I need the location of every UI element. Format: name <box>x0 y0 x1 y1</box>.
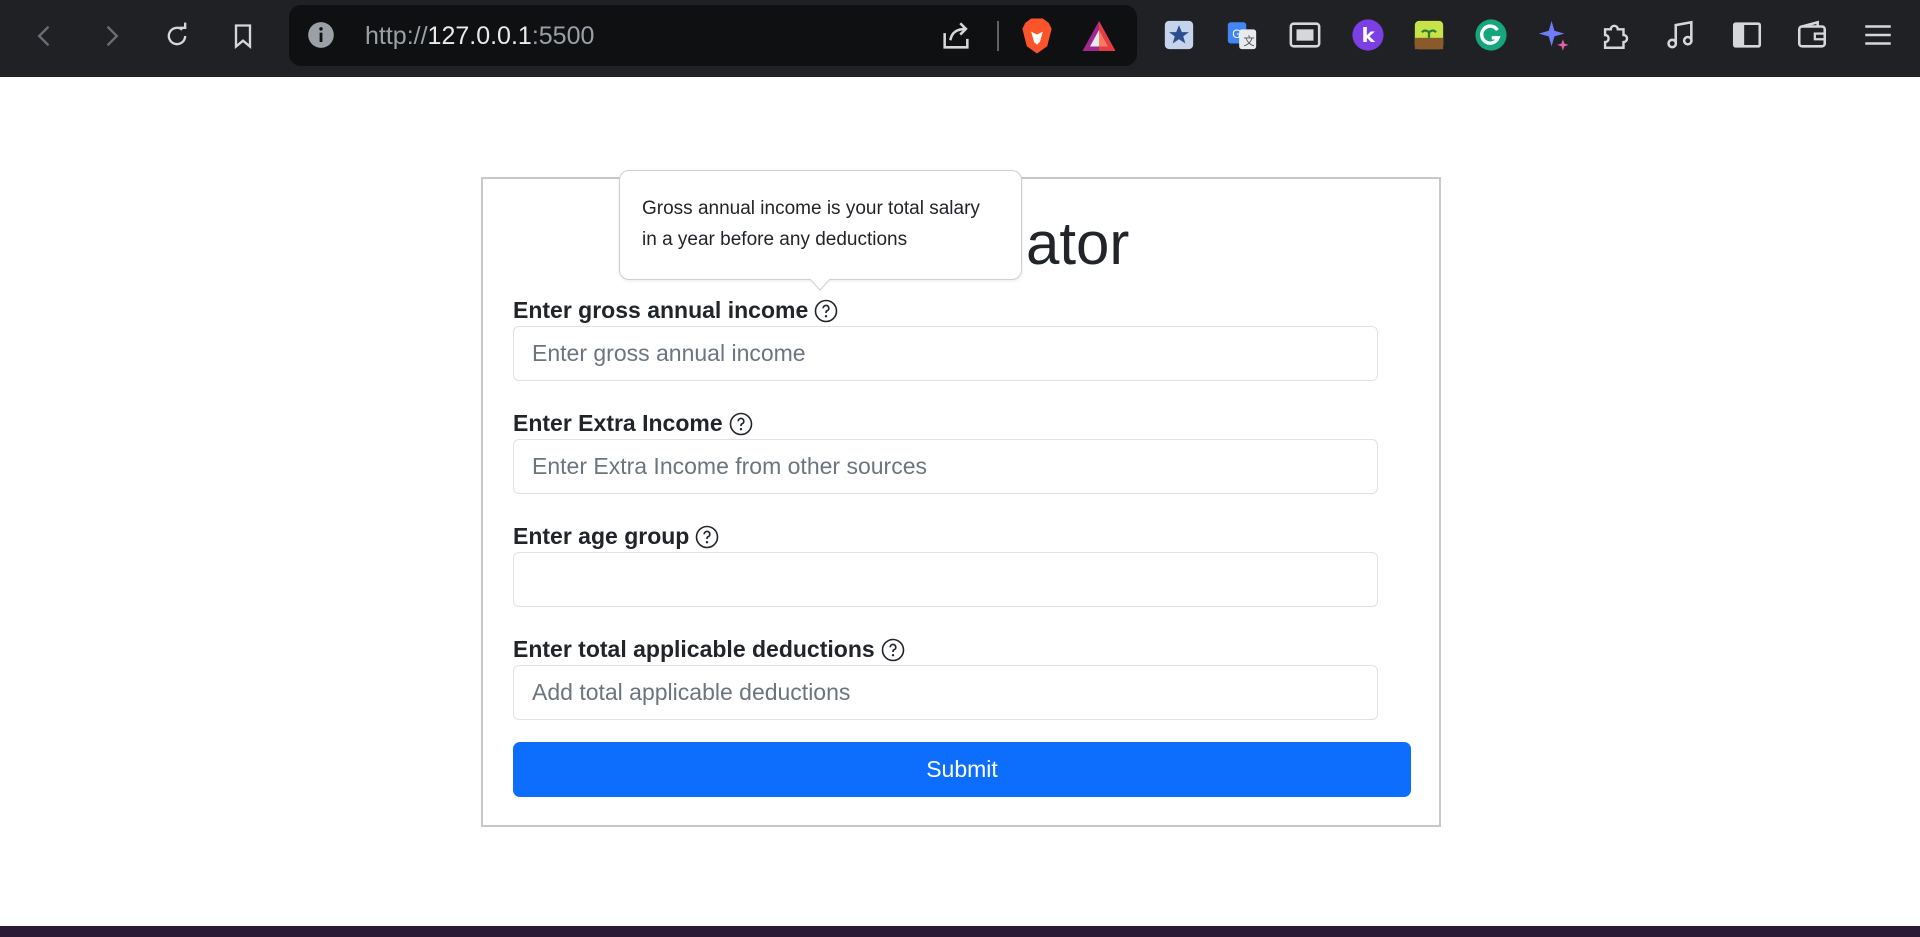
svg-text:G: G <box>1232 27 1241 41</box>
bookmark-star-icon <box>1164 20 1194 50</box>
media-controls-button[interactable] <box>1662 17 1698 53</box>
gross-income-label: Enter gross annual income <box>513 297 838 324</box>
sidebar-icon <box>1732 22 1762 48</box>
extra-income-label-text: Enter Extra Income <box>513 410 723 436</box>
deductions-label: Enter total applicable deductions <box>513 636 905 663</box>
sparkle-ai-icon <box>1538 20 1569 51</box>
svg-text:文: 文 <box>1243 34 1254 48</box>
reload-icon <box>167 22 187 46</box>
help-icon[interactable] <box>881 638 905 662</box>
url-port: :5500 <box>531 22 595 50</box>
grammarly-icon <box>1475 19 1507 51</box>
taskbar-edge <box>0 926 1920 937</box>
picture-in-picture-icon <box>1289 22 1321 48</box>
share-icon[interactable] <box>939 19 973 53</box>
wallet-icon <box>1797 20 1827 48</box>
k-extension[interactable]: k <box>1350 17 1386 53</box>
bookmark-icon <box>234 24 252 49</box>
grammarly-extension[interactable] <box>1473 17 1509 53</box>
help-icon[interactable] <box>729 412 753 436</box>
extra-income-label: Enter Extra Income <box>513 410 753 437</box>
page-title-text: lator <box>1012 210 1130 277</box>
brave-shields-icon[interactable] <box>1019 17 1055 55</box>
extensions-puzzle-icon <box>1603 24 1629 49</box>
age-group-label-text: Enter age group <box>513 523 690 549</box>
picture-in-picture-extension[interactable] <box>1287 17 1323 53</box>
age-group-label: Enter age group <box>513 523 719 550</box>
forward-button[interactable] <box>91 16 131 56</box>
extra-income-input[interactable] <box>513 439 1378 494</box>
back-button[interactable] <box>25 16 65 56</box>
gross-income-tooltip: Gross annual income is your total salary… <box>619 170 1022 280</box>
gross-income-label-text: Enter gross annual income <box>513 297 809 323</box>
extensions-button[interactable] <box>1597 17 1633 53</box>
url-text[interactable]: http://127.0.0.1:5500 <box>365 22 594 51</box>
bookmark-button[interactable] <box>223 16 263 56</box>
plant-extension-icon <box>1414 20 1444 50</box>
main-menu-button[interactable] <box>1860 17 1896 53</box>
url-scheme: http:// <box>365 22 428 50</box>
sidebar-button[interactable] <box>1729 17 1765 53</box>
help-icon[interactable] <box>695 525 719 549</box>
google-translate-extension[interactable]: G文 <box>1224 17 1260 53</box>
music-note-icon <box>1667 20 1693 49</box>
gross-income-input[interactable] <box>513 326 1378 381</box>
chevron-right-icon <box>106 25 119 47</box>
help-icon[interactable] <box>814 299 838 323</box>
submit-button[interactable]: Submit <box>513 742 1411 797</box>
reload-button[interactable] <box>157 16 197 56</box>
age-group-select[interactable] <box>513 552 1378 607</box>
tooltip-arrow <box>810 279 830 291</box>
site-info-icon[interactable] <box>307 21 335 49</box>
menu-icon <box>1865 25 1891 45</box>
chevron-left-icon <box>37 25 50 47</box>
url-host: 127.0.0.1 <box>427 22 532 50</box>
brave-rewards-icon[interactable] <box>1081 19 1117 53</box>
svg-text:k: k <box>1362 24 1376 47</box>
deductions-label-text: Enter total applicable deductions <box>513 636 875 662</box>
plant-extension[interactable] <box>1411 17 1447 53</box>
tooltip-text: Gross annual income is your total salary… <box>642 198 980 250</box>
address-bar[interactable]: http://127.0.0.1:5500 <box>289 5 1137 66</box>
google-translate-icon: G文 <box>1227 22 1257 50</box>
divider <box>997 21 999 51</box>
sparkle-ai-extension[interactable] <box>1535 17 1571 53</box>
browser-toolbar: http://127.0.0.1:5500 G文 k <box>0 0 1920 77</box>
k-extension-icon: k <box>1352 19 1384 51</box>
bookmark-star-extension[interactable] <box>1161 17 1197 53</box>
deductions-input[interactable] <box>513 665 1378 720</box>
wallet-button[interactable] <box>1794 17 1830 53</box>
